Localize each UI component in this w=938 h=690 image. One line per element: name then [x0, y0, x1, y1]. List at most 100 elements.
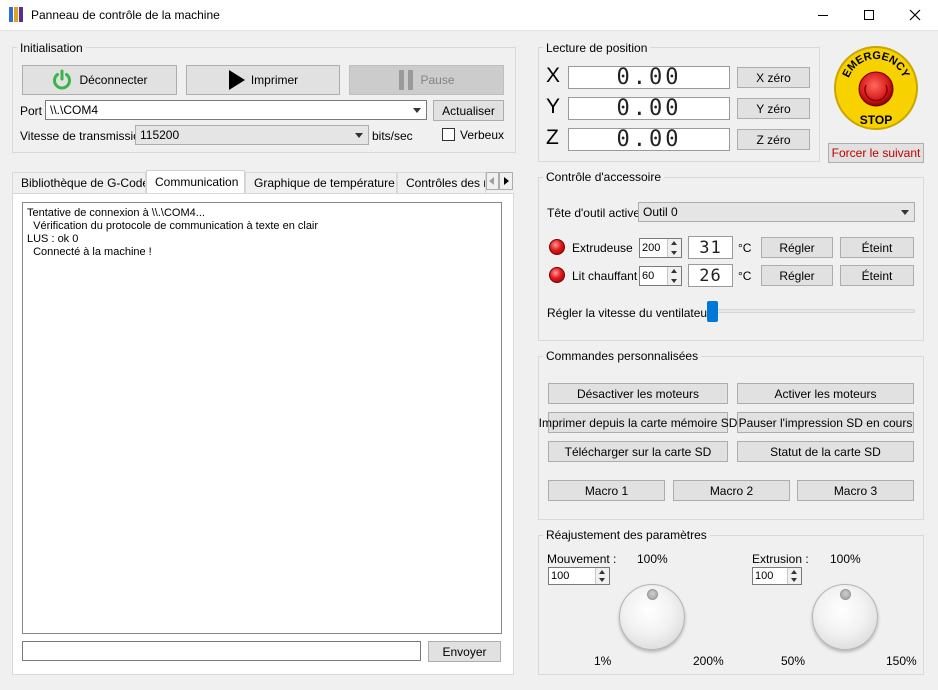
extruder-set-button[interactable]: Régler — [761, 237, 833, 258]
axis-y-label: Y — [546, 95, 561, 118]
macro-1-button[interactable]: Macro 1 — [548, 480, 665, 501]
tab-label: Communication — [155, 175, 239, 189]
spinner-buttons[interactable] — [595, 568, 609, 584]
pause-sd-print-button[interactable]: Pauser l'impression SD en cours — [737, 412, 914, 433]
disconnect-label: Déconnecter — [79, 73, 148, 87]
baud-select[interactable]: 115200 — [135, 125, 369, 145]
port-value: \\.\COM4 — [50, 103, 99, 117]
accessory-title: Contrôle d'accessoire — [543, 170, 665, 184]
tool-select[interactable]: Outil 0 — [638, 202, 915, 222]
extruder-setpoint-spinner[interactable]: 200 — [639, 238, 682, 258]
extrusion-label: Extrusion : — [752, 552, 809, 566]
minimize-button[interactable] — [800, 0, 846, 30]
bed-set-button[interactable]: Régler — [761, 265, 833, 286]
bed-status-led — [549, 267, 565, 283]
pause-button[interactable]: Pause — [349, 65, 504, 95]
knob-indicator — [647, 589, 658, 600]
axis-x-label: X — [546, 64, 561, 87]
spinner-buttons[interactable] — [787, 568, 801, 584]
disconnect-button[interactable]: Déconnecter — [22, 65, 177, 95]
chevron-down-icon — [413, 108, 421, 113]
extruder-temp-readout: 31 — [688, 236, 733, 259]
refresh-button[interactable]: Actualiser — [433, 100, 504, 121]
z-zero-button[interactable]: Z zéro — [737, 129, 810, 150]
print-from-sd-button[interactable]: Imprimer depuis la carte mémoire SD — [539, 412, 737, 433]
send-button[interactable]: Envoyer — [428, 641, 501, 662]
spinner-down-icon — [671, 251, 677, 255]
tab-scroll-right-button[interactable] — [499, 172, 513, 190]
axis-y-readout: 0.00 — [568, 96, 730, 121]
fan-slider-track[interactable] — [708, 309, 915, 313]
tab-communication[interactable]: Communication — [146, 170, 245, 193]
verbose-label: Verbeux — [460, 128, 505, 142]
macro-3-button[interactable]: Macro 3 — [797, 480, 914, 501]
extrusion-knob[interactable] — [812, 584, 878, 650]
x-zero-button[interactable]: X zéro — [737, 67, 810, 88]
communication-log[interactable]: Tentative de connexion à \\.\COM4... Vér… — [22, 202, 502, 634]
emergency-stop-icon: EMERGENCY STOP — [834, 46, 918, 130]
sd-status-button[interactable]: Statut de la carte SD — [737, 441, 914, 462]
upload-to-sd-button[interactable]: Télécharger sur la carte SD — [548, 441, 728, 462]
pause-label: Pause — [420, 73, 455, 87]
baud-label: Vitesse de transmission — [20, 129, 147, 143]
tab-gcode-library[interactable]: Bibliothèque de G-Code — [12, 172, 146, 193]
log-line: Tentative de connexion à \\.\COM4... — [27, 207, 205, 219]
close-button[interactable] — [892, 0, 938, 30]
spinner-buttons[interactable] — [667, 239, 681, 257]
log-line: Vérification du protocole de communicati… — [27, 220, 319, 232]
movement-label: Mouvement : — [547, 552, 617, 566]
extrusion-spinner[interactable]: 100 — [752, 567, 802, 585]
extruder-setpoint-value: 200 — [642, 242, 661, 254]
baud-unit: bits/sec — [372, 129, 413, 143]
tab-scroll-left-button[interactable] — [486, 172, 499, 190]
bed-setpoint-spinner[interactable]: 60 — [639, 266, 682, 286]
spinner-up-icon — [671, 269, 677, 273]
pause-icon — [399, 70, 414, 90]
movement-spinner[interactable]: 100 — [548, 567, 610, 585]
bed-temp-readout: 26 — [688, 264, 733, 287]
verbose-checkbox[interactable] — [442, 128, 455, 141]
bed-off-button[interactable]: Éteint — [840, 265, 914, 286]
fan-slider-handle[interactable] — [707, 301, 718, 322]
log-line: Connecté à la machine ! — [27, 246, 152, 258]
window-title: Panneau de contrôle de la machine — [31, 8, 220, 22]
axis-z-label: Z — [546, 126, 559, 149]
extruder-off-button[interactable]: Éteint — [840, 237, 914, 258]
movement-knob[interactable] — [619, 584, 685, 650]
initialisation-title: Initialisation — [17, 41, 86, 55]
power-icon — [53, 69, 72, 90]
extruder-status-led — [549, 239, 565, 255]
emergency-stop-button[interactable]: EMERGENCY STOP — [833, 45, 919, 131]
maximize-icon — [864, 10, 874, 20]
force-next-button[interactable]: Forcer le suivant — [828, 143, 924, 163]
port-label: Port — [20, 104, 43, 118]
spinner-buttons[interactable] — [667, 267, 681, 285]
tab-bar: Bibliothèque de G-Code Communication Gra… — [12, 170, 514, 193]
spinner-down-icon — [671, 279, 677, 283]
axis-x-readout: 0.00 — [568, 65, 730, 90]
print-button[interactable]: Imprimer — [186, 65, 340, 95]
maximize-button[interactable] — [846, 0, 892, 30]
enable-motors-button[interactable]: Activer les moteurs — [737, 383, 914, 404]
macro-2-button[interactable]: Macro 2 — [673, 480, 790, 501]
port-select[interactable]: \\.\COM4 — [45, 100, 427, 120]
tuning-title: Réajustement des paramètres — [543, 528, 710, 542]
spinner-up-icon — [599, 570, 605, 574]
spinner-down-icon — [791, 578, 797, 582]
spinner-up-icon — [791, 570, 797, 574]
extruder-unit: °C — [738, 241, 752, 255]
baud-value: 115200 — [140, 128, 180, 142]
play-icon — [228, 70, 245, 90]
axis-z-readout: 0.00 — [568, 127, 730, 152]
y-zero-button[interactable]: Y zéro — [737, 98, 810, 119]
tab-motor-controls[interactable]: Contrôles des moteurs — [397, 172, 486, 193]
spinner-up-icon — [671, 241, 677, 245]
tab-temperature-graph[interactable]: Graphique de température — [245, 172, 397, 193]
command-input[interactable] — [22, 641, 421, 661]
knob-indicator — [840, 589, 851, 600]
movement-min-label: 1% — [594, 654, 612, 668]
emergency-bottom-text: STOP — [860, 113, 892, 127]
disable-motors-button[interactable]: Désactiver les moteurs — [548, 383, 728, 404]
chevron-down-icon — [355, 133, 363, 138]
movement-max-label: 200% — [693, 654, 724, 668]
